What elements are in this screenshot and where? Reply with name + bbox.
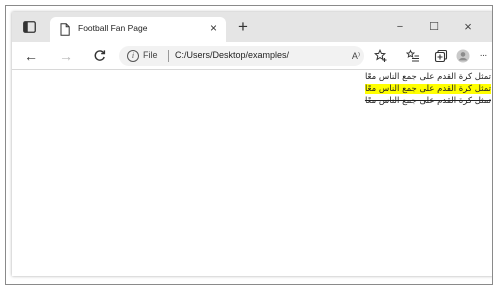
tab-actions-button[interactable] — [22, 20, 36, 33]
collections-icon[interactable] — [432, 47, 450, 65]
paragraph-line-strikethrough: تمثل كرة القدم على جمع الناس معًا — [364, 96, 491, 106]
profile-icon[interactable] — [454, 47, 472, 65]
paragraph-line-plain: تمثل كرة القدم على جمع الناس معًا — [364, 72, 491, 82]
screenshot-frame: Football Fan Page × + − ☐ × ← → i File C… — [5, 5, 493, 285]
page-icon — [60, 23, 70, 36]
forward-icon[interactable]: → — [57, 47, 75, 65]
maximize-icon[interactable]: ☐ — [422, 19, 446, 35]
avatar-icon — [456, 49, 470, 63]
back-icon[interactable]: ← — [22, 47, 40, 65]
favorites-list-icon — [405, 49, 419, 62]
new-tab-icon[interactable]: + — [234, 18, 252, 36]
tab-title: Football Fan Page — [78, 23, 148, 33]
favorites-icon[interactable] — [404, 47, 422, 65]
tab-close-icon[interactable]: × — [210, 21, 217, 35]
close-window-icon[interactable]: × — [456, 19, 480, 35]
star-plus-icon — [373, 48, 387, 62]
refresh-icon[interactable] — [90, 47, 108, 65]
collections-squares-icon — [434, 49, 448, 63]
paragraph-line-highlighted: تمثل كرة القدم على جمع الناس معًا — [364, 84, 491, 94]
file-scheme-label: File — [143, 50, 158, 60]
read-aloud-icon[interactable]: A⁾ — [347, 47, 365, 65]
address-bar[interactable]: i File C:/Users/Desktop/examples/ — [119, 46, 364, 66]
tab-strip: Football Fan Page × + − ☐ × — [12, 12, 492, 42]
site-info-icon[interactable]: i — [127, 50, 139, 62]
refresh-arrow-icon — [94, 50, 105, 61]
browser-window: Football Fan Page × + − ☐ × ← → i File C… — [12, 12, 492, 276]
tab-actions-icon — [22, 20, 36, 33]
active-tab[interactable]: Football Fan Page × — [50, 17, 226, 42]
url-text[interactable]: C:/Users/Desktop/examples/ — [175, 50, 289, 60]
add-favorite-icon[interactable] — [372, 47, 390, 65]
more-options-icon[interactable]: ··· — [474, 47, 492, 65]
page-content: تمثل كرة القدم على جمع الناس معًا تمثل ك… — [12, 70, 492, 276]
browser-toolbar: ← → i File C:/Users/Desktop/examples/ A⁾ — [12, 42, 492, 70]
address-separator — [168, 50, 169, 62]
minimize-icon[interactable]: − — [388, 19, 412, 35]
